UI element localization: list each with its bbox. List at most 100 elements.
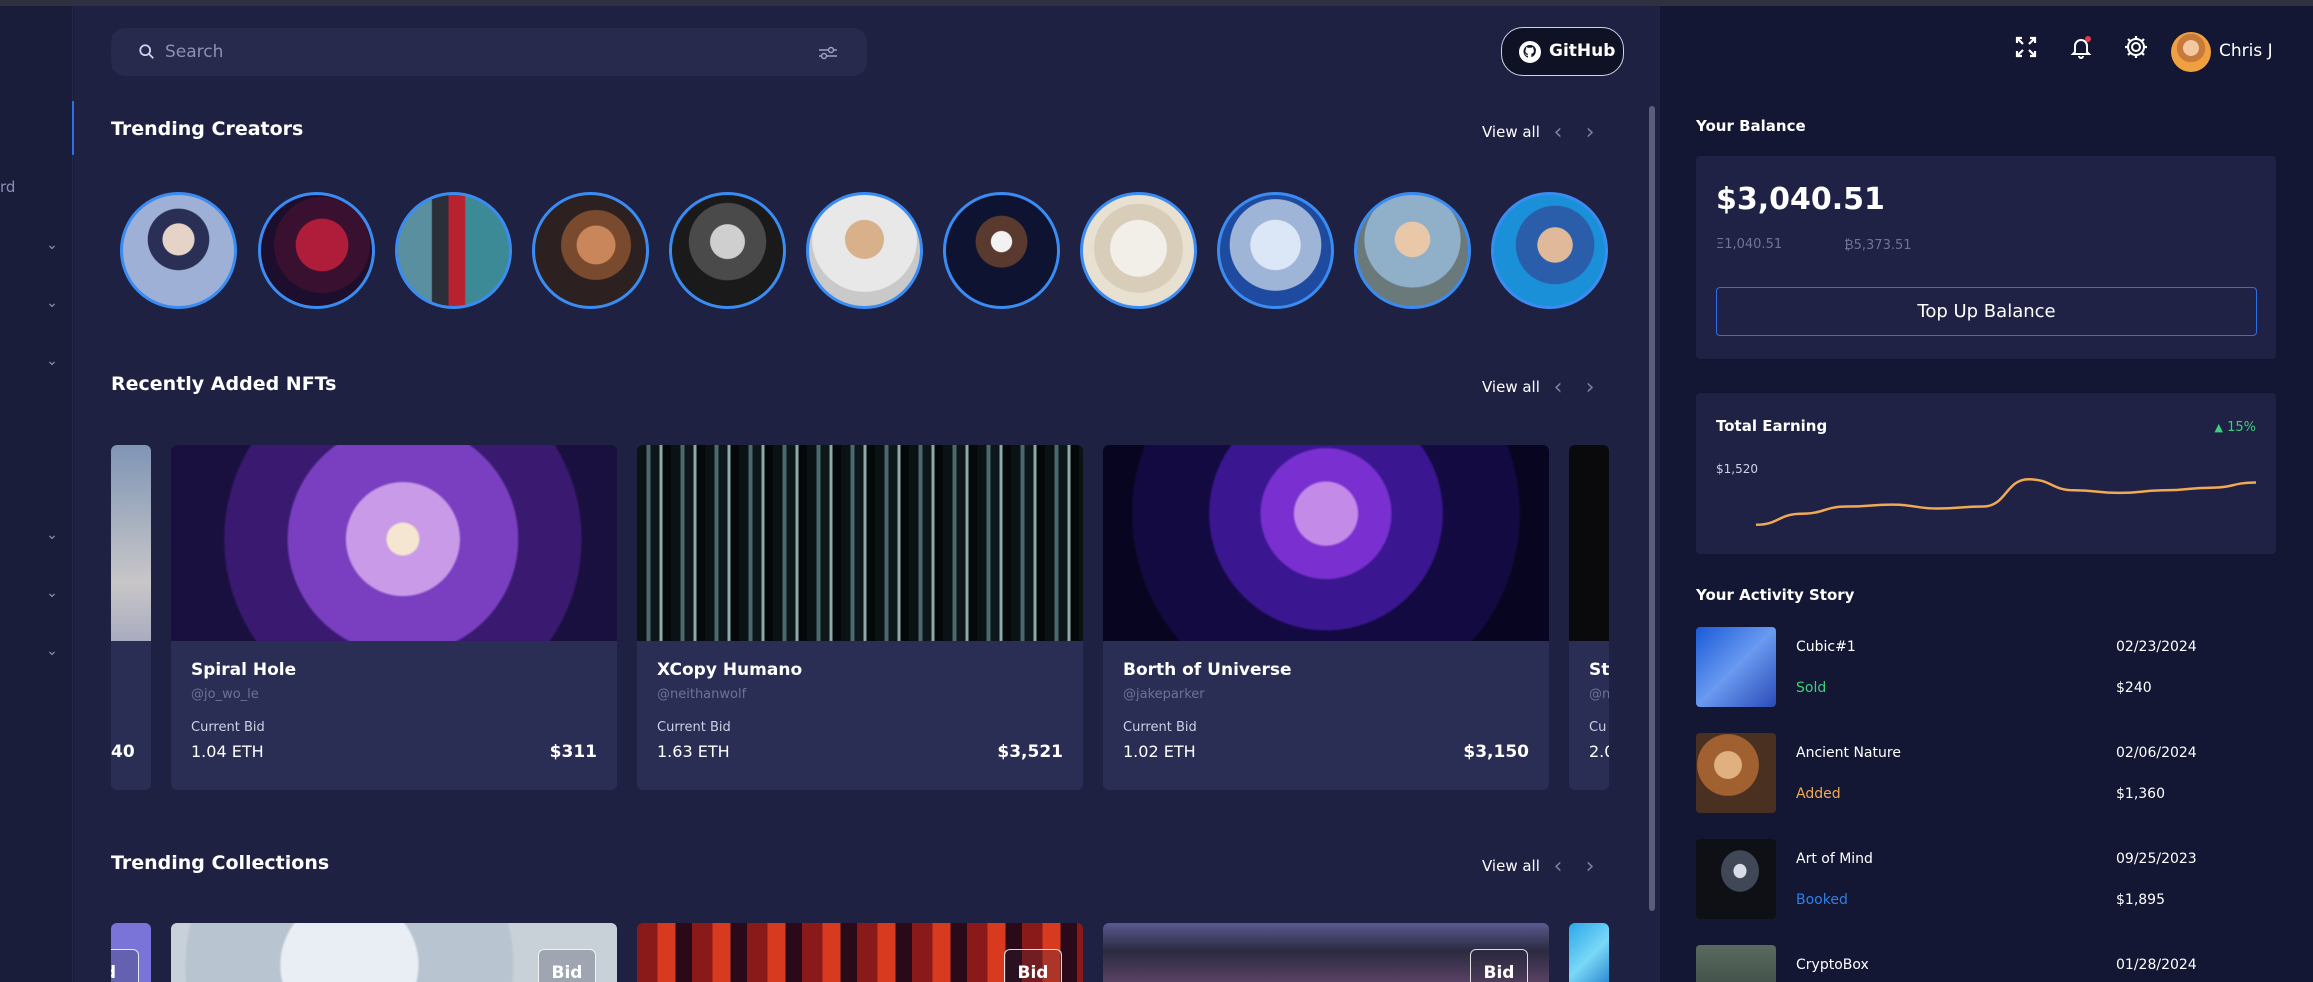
activity-price: $240 (2116, 680, 2152, 696)
chevron-down-icon[interactable]: ⌄ (44, 353, 60, 369)
filter-icon[interactable] (818, 45, 838, 61)
section-title-collections: Trending Collections (111, 852, 330, 874)
activity-item[interactable]: CryptoBox 01/28/2024 (1696, 945, 2276, 982)
earning-percent-value: 15% (2227, 420, 2256, 435)
nft-handle[interactable]: @neithanwolf (657, 687, 746, 702)
nft-card[interactable]: XCopy Humano @neithanwolf Current Bid 1.… (637, 445, 1083, 790)
bell-icon[interactable] (2067, 33, 2095, 61)
activity-title: Your Activity Story (1696, 586, 1855, 604)
nft-name: Spiral Hole (191, 660, 297, 680)
nft-image (1569, 445, 1609, 641)
nft-card[interactable]: Sta @n Cu 2.0 (1569, 445, 1609, 790)
activity-item[interactable]: Art of Mind Booked 09/25/2023 $1,895 (1696, 839, 2276, 919)
sidebar-item-label[interactable]: rd (0, 178, 15, 196)
nft-image (637, 445, 1083, 641)
search-bar[interactable]: Search (111, 28, 867, 76)
avatar[interactable] (2171, 32, 2211, 72)
triangle-up-icon: ▲ (2214, 421, 2223, 434)
creator-avatar[interactable] (669, 192, 786, 309)
nft-eth-value: 1.63 ETH (657, 742, 730, 761)
btc-balance: ₿5,373.51 (1844, 238, 1912, 253)
top-up-balance-button[interactable]: Top Up Balance (1716, 287, 2257, 336)
collection-card[interactable]: Bid (1103, 923, 1549, 982)
creator-avatar[interactable] (1217, 192, 1334, 309)
nft-handle: @n (1589, 687, 1609, 702)
nft-handle[interactable]: @jakeparker (1123, 687, 1205, 702)
nft-name: Borth of Universe (1123, 660, 1292, 680)
activity-item[interactable]: Cubic#1 Sold 02/23/2024 $240 (1696, 627, 2276, 707)
bid-button[interactable]: Bid (538, 949, 596, 982)
chevron-right-icon[interactable]: › (1582, 856, 1598, 878)
balance-card: $3,040.51 Ξ1,040.51 ₿5,373.51 Top Up Bal… (1696, 156, 2276, 359)
bid-button[interactable]: Bid (1470, 949, 1528, 982)
nft-handle[interactable]: @jo_wo_le (191, 687, 259, 702)
chevron-left-icon[interactable]: ‹ (1550, 856, 1566, 878)
nft-eth-value: 1.04 ETH (191, 742, 264, 761)
chevron-down-icon[interactable]: ⌄ (44, 527, 60, 543)
bid-button[interactable]: Bid (1004, 949, 1062, 982)
chevron-left-icon[interactable]: ‹ (1550, 377, 1566, 399)
chevron-right-icon[interactable]: › (1582, 122, 1598, 144)
fullscreen-icon[interactable] (2012, 33, 2040, 61)
earning-percent: ▲ 15% (2214, 420, 2256, 435)
creator-avatar[interactable] (1080, 192, 1197, 309)
nft-name: XCopy Humano (657, 660, 803, 680)
nft-card[interactable]: Borth of Universe @jakeparker Current Bi… (1103, 445, 1549, 790)
nft-card[interactable]: 40 (111, 445, 151, 790)
activity-thumbnail (1696, 733, 1776, 813)
collection-card[interactable] (1569, 923, 1609, 982)
view-all-nfts-link[interactable]: View all (1482, 378, 1540, 396)
creator-avatar[interactable] (258, 192, 375, 309)
current-bid-label: Current Bid (191, 720, 265, 735)
chevron-left-icon[interactable]: ‹ (1550, 122, 1566, 144)
nft-name: Sta (1589, 660, 1609, 680)
activity-price: $1,895 (2116, 892, 2165, 908)
collection-card[interactable]: Bid (637, 923, 1083, 982)
nft-price: 40 (111, 742, 135, 762)
search-input[interactable]: Search (165, 42, 223, 62)
creator-avatar[interactable] (1491, 192, 1608, 309)
collection-card[interactable]: Bid (171, 923, 617, 982)
bid-button[interactable]: d (111, 949, 139, 982)
activity-thumbnail (1696, 839, 1776, 919)
creator-avatar[interactable] (532, 192, 649, 309)
activity-name: Ancient Nature (1796, 745, 1901, 761)
activity-name: Cubic#1 (1796, 639, 1856, 655)
balance-title: Your Balance (1696, 117, 1806, 135)
nft-price: $3,521 (997, 742, 1063, 762)
nft-eth-value: 2.0 (1589, 742, 1609, 761)
view-all-creators-link[interactable]: View all (1482, 123, 1540, 141)
creator-avatar[interactable] (806, 192, 923, 309)
activity-date: 01/28/2024 (2116, 957, 2197, 973)
creator-avatar[interactable] (943, 192, 1060, 309)
search-icon (139, 44, 154, 59)
chevron-down-icon[interactable]: ⌄ (44, 643, 60, 659)
total-earning-card: Total Earning ▲ 15% $1,520 (1696, 393, 2276, 554)
github-button[interactable]: GitHub (1501, 27, 1624, 76)
user-name[interactable]: Chris J (2219, 41, 2273, 61)
activity-item[interactable]: Ancient Nature Added 02/06/2024 $1,360 (1696, 733, 2276, 813)
nft-price: $3,150 (1463, 742, 1529, 762)
current-bid-label: Cu (1589, 720, 1607, 735)
activity-price: $1,360 (2116, 786, 2165, 802)
collection-card[interactable]: d (111, 923, 151, 982)
creator-avatar[interactable] (395, 192, 512, 309)
current-bid-label: Current Bid (1123, 720, 1197, 735)
earning-trend-chart (1755, 477, 2256, 526)
sidebar: rd ⌄ ⌄ ⌄ ⌄ ⌄ ⌄ (0, 6, 75, 982)
scrollbar[interactable] (1649, 106, 1655, 911)
nft-image (1103, 445, 1549, 641)
creator-avatar[interactable] (120, 192, 237, 309)
creator-avatar[interactable] (1354, 192, 1471, 309)
activity-date: 02/23/2024 (2116, 639, 2197, 655)
activity-thumbnail (1696, 627, 1776, 707)
gear-icon[interactable] (2122, 33, 2150, 61)
chevron-down-icon[interactable]: ⌄ (44, 585, 60, 601)
view-all-collections-link[interactable]: View all (1482, 857, 1540, 875)
activity-thumbnail (1696, 945, 1776, 982)
github-label: GitHub (1549, 41, 1616, 61)
chevron-down-icon[interactable]: ⌄ (44, 237, 60, 253)
nft-card[interactable]: Spiral Hole @jo_wo_le Current Bid 1.04 E… (171, 445, 617, 790)
chevron-right-icon[interactable]: › (1582, 377, 1598, 399)
chevron-down-icon[interactable]: ⌄ (44, 295, 60, 311)
